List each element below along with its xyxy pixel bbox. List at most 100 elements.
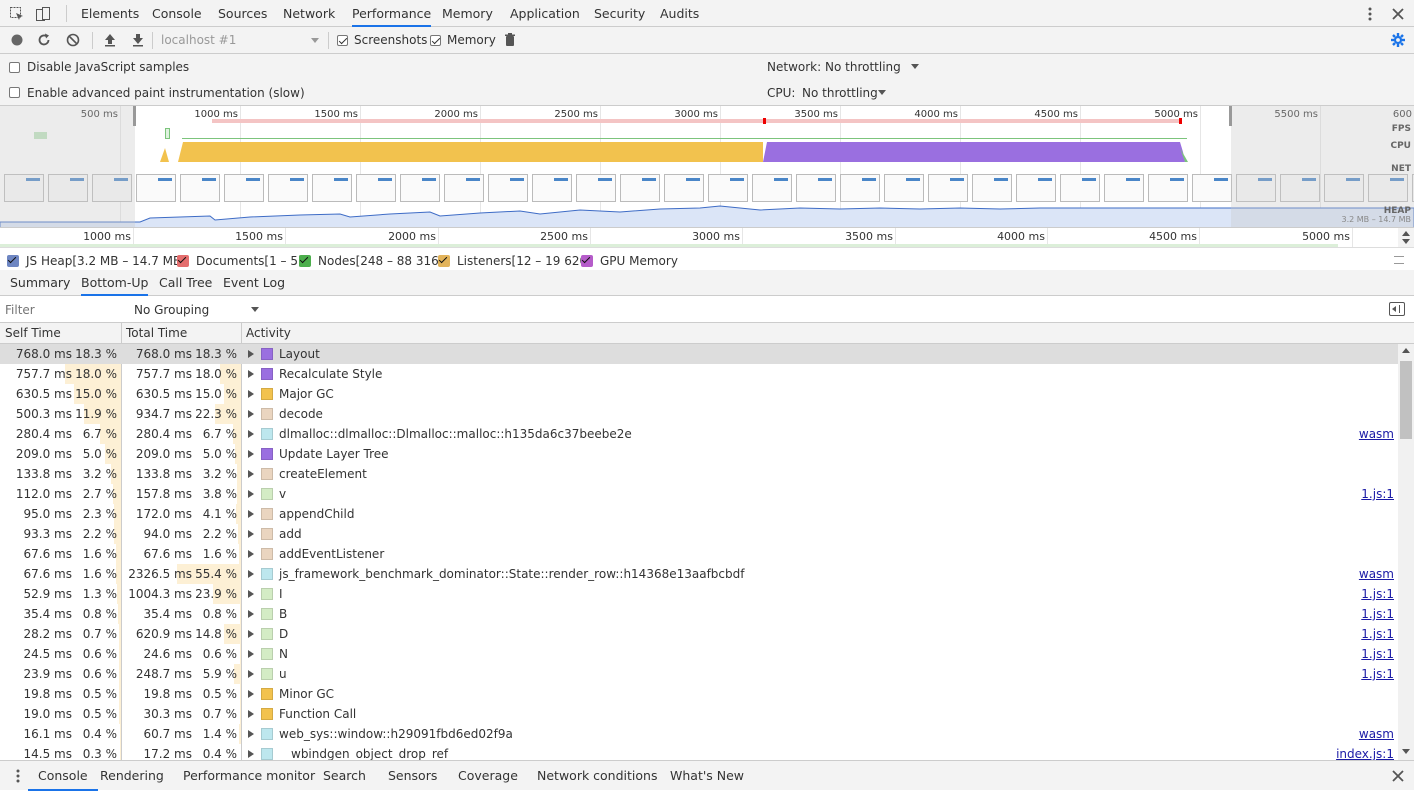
scrollbar-thumb[interactable] bbox=[1400, 361, 1412, 439]
capture-settings-gear-icon[interactable] bbox=[1390, 32, 1406, 48]
screenshot-thumbnail[interactable] bbox=[356, 174, 396, 202]
scroll-down-icon[interactable] bbox=[1402, 239, 1410, 244]
screenshot-thumbnail[interactable] bbox=[796, 174, 836, 202]
legend-checkbox-1[interactable] bbox=[7, 255, 19, 267]
expand-arrow-icon[interactable] bbox=[248, 510, 254, 518]
tab-application[interactable]: Application bbox=[510, 0, 580, 27]
expand-arrow-icon[interactable] bbox=[248, 710, 254, 718]
subtab-event-log[interactable]: Event Log bbox=[223, 270, 285, 296]
screenshot-thumbnail[interactable] bbox=[708, 174, 748, 202]
load-profile-icon[interactable] bbox=[102, 32, 118, 48]
drawer-tab-rendering[interactable]: Rendering bbox=[100, 761, 164, 791]
expand-arrow-icon[interactable] bbox=[248, 410, 254, 418]
screenshot-thumbnail[interactable] bbox=[1016, 174, 1056, 202]
close-devtools-icon[interactable] bbox=[1390, 6, 1406, 22]
screenshot-thumbnail[interactable] bbox=[224, 174, 264, 202]
drawer-tab-search[interactable]: Search bbox=[323, 761, 366, 791]
record-icon[interactable] bbox=[9, 32, 25, 48]
screenshot-thumbnail[interactable] bbox=[928, 174, 968, 202]
scroll-up-icon[interactable] bbox=[1402, 348, 1410, 353]
expand-arrow-icon[interactable] bbox=[248, 670, 254, 678]
close-drawer-icon[interactable] bbox=[1390, 768, 1406, 784]
table-row[interactable]: 757.7 ms 18.0 % 757.7 ms 18.0 % Recalculate … bbox=[0, 364, 1398, 384]
expand-arrow-icon[interactable] bbox=[248, 690, 254, 698]
table-row[interactable]: 24.5 ms 0.6 % 24.6 ms 0.6 % N 1.js:1 bbox=[0, 644, 1398, 664]
drawer-tab-coverage[interactable]: Coverage bbox=[458, 761, 518, 791]
table-row[interactable]: 93.3 ms 2.2 % 94.0 ms 2.2 % add bbox=[0, 524, 1398, 544]
table-row[interactable]: 14.5 ms 0.3 % 17.2 ms 0.4 % __wbindgen_objec… bbox=[0, 744, 1398, 760]
drawer-tab-sensors[interactable]: Sensors bbox=[388, 761, 437, 791]
expand-arrow-icon[interactable] bbox=[248, 630, 254, 638]
screenshots-checkbox[interactable] bbox=[337, 35, 348, 46]
legend-checkbox-5[interactable] bbox=[581, 255, 593, 267]
tab-console[interactable]: Console bbox=[152, 0, 202, 27]
expand-arrow-icon[interactable] bbox=[248, 490, 254, 498]
screenshot-thumbnail[interactable] bbox=[752, 174, 792, 202]
expand-arrow-icon[interactable] bbox=[248, 750, 254, 758]
table-row[interactable]: 768.0 ms 18.3 % 768.0 ms 18.3 % Layout bbox=[0, 344, 1398, 364]
screenshot-thumbnail[interactable] bbox=[532, 174, 572, 202]
table-row[interactable]: 52.9 ms 1.3 % 1004.3 ms 23.9 % I 1.js:1 bbox=[0, 584, 1398, 604]
expand-arrow-icon[interactable] bbox=[248, 350, 254, 358]
table-row[interactable]: 630.5 ms 15.0 % 630.5 ms 15.0 % Major GC bbox=[0, 384, 1398, 404]
table-row[interactable]: 209.0 ms 5.0 % 209.0 ms 5.0 % Update Layer T… bbox=[0, 444, 1398, 464]
table-row[interactable]: 67.6 ms 1.6 % 2326.5 ms 55.4 % js_framework_… bbox=[0, 564, 1398, 584]
save-profile-icon[interactable] bbox=[130, 32, 146, 48]
table-row[interactable]: 19.8 ms 0.5 % 19.8 ms 0.5 % Minor GC bbox=[0, 684, 1398, 704]
resize-handle-icon[interactable] bbox=[1394, 256, 1404, 264]
screenshot-thumbnail[interactable] bbox=[444, 174, 484, 202]
tab-security[interactable]: Security bbox=[594, 0, 645, 27]
toggle-sidebar-icon[interactable] bbox=[1389, 302, 1405, 316]
selection-handle-right[interactable] bbox=[1229, 106, 1232, 126]
expand-arrow-icon[interactable] bbox=[248, 390, 254, 398]
clear-icon[interactable] bbox=[65, 32, 81, 48]
table-row[interactable]: 133.8 ms 3.2 % 133.8 ms 3.2 % createElement bbox=[0, 464, 1398, 484]
filter-input[interactable] bbox=[5, 301, 125, 319]
table-row[interactable]: 35.4 ms 0.8 % 35.4 ms 0.8 % B 1.js:1 bbox=[0, 604, 1398, 624]
more-options-icon[interactable] bbox=[1362, 6, 1378, 22]
table-row[interactable]: 112.0 ms 2.7 % 157.8 ms 3.8 % v 1.js:1 bbox=[0, 484, 1398, 504]
subtab-summary[interactable]: Summary bbox=[10, 270, 70, 296]
table-row[interactable]: 23.9 ms 0.6 % 248.7 ms 5.9 % u 1.js:1 bbox=[0, 664, 1398, 684]
expand-arrow-icon[interactable] bbox=[248, 550, 254, 558]
tab-sources[interactable]: Sources bbox=[218, 0, 267, 27]
expand-arrow-icon[interactable] bbox=[248, 370, 254, 378]
screenshot-thumbnail[interactable] bbox=[1148, 174, 1188, 202]
inspect-element-icon[interactable] bbox=[9, 6, 25, 22]
activity-column-header[interactable]: Activity bbox=[241, 323, 291, 344]
source-link[interactable]: 1.js:1 bbox=[1361, 664, 1394, 684]
tab-performance[interactable]: Performance bbox=[352, 0, 432, 27]
table-row[interactable]: 67.6 ms 1.6 % 67.6 ms 1.6 % addEventListener bbox=[0, 544, 1398, 564]
drawer-menu-icon[interactable] bbox=[10, 768, 26, 784]
source-link[interactable]: wasm bbox=[1359, 724, 1394, 744]
expand-arrow-icon[interactable] bbox=[248, 530, 254, 538]
selection-handle-left[interactable] bbox=[133, 106, 136, 126]
grouping-select[interactable]: No Grouping bbox=[130, 300, 262, 320]
drawer-tab-network-conditions[interactable]: Network conditions bbox=[537, 761, 657, 791]
screenshot-thumbnail[interactable] bbox=[972, 174, 1012, 202]
subtab-call-tree[interactable]: Call Tree bbox=[159, 270, 212, 296]
profile-select[interactable]: localhost #1 bbox=[158, 31, 324, 50]
source-link[interactable]: wasm bbox=[1359, 564, 1394, 584]
legend-checkbox-2[interactable] bbox=[177, 255, 189, 267]
drawer-tab-performance-monitor[interactable]: Performance monitor bbox=[183, 761, 315, 791]
table-row[interactable]: 95.0 ms 2.3 % 172.0 ms 4.1 % appendChild bbox=[0, 504, 1398, 524]
scroll-down-icon[interactable] bbox=[1402, 749, 1410, 754]
total-time-column-header[interactable]: Total Time bbox=[121, 323, 242, 344]
legend-checkbox-3[interactable] bbox=[299, 255, 311, 267]
expand-arrow-icon[interactable] bbox=[248, 470, 254, 478]
expand-arrow-icon[interactable] bbox=[248, 730, 254, 738]
ruler-scroll-buttons[interactable] bbox=[1398, 228, 1414, 247]
screenshot-thumbnail[interactable] bbox=[312, 174, 352, 202]
screenshot-thumbnail[interactable] bbox=[136, 174, 176, 202]
memory-checkbox[interactable] bbox=[430, 35, 441, 46]
screenshot-thumbnail[interactable] bbox=[488, 174, 528, 202]
screenshot-thumbnail[interactable] bbox=[1060, 174, 1100, 202]
screenshot-thumbnail[interactable] bbox=[840, 174, 880, 202]
expand-arrow-icon[interactable] bbox=[248, 610, 254, 618]
drawer-tab-what-s-new[interactable]: What's New bbox=[670, 761, 744, 791]
grid-vertical-scrollbar[interactable] bbox=[1398, 344, 1414, 760]
table-row[interactable]: 280.4 ms 6.7 % 280.4 ms 6.7 % dlmalloc::dlma… bbox=[0, 424, 1398, 444]
expand-arrow-icon[interactable] bbox=[248, 570, 254, 578]
tab-audits[interactable]: Audits bbox=[660, 0, 699, 27]
